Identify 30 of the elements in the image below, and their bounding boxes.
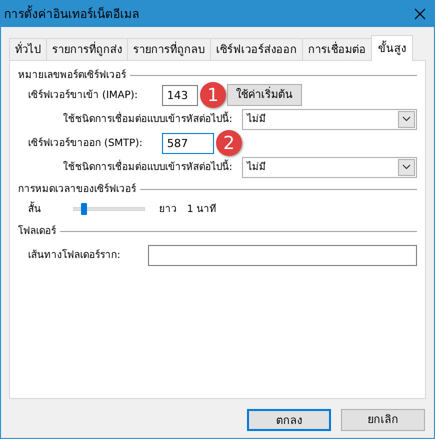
encryption-dropdown[interactable]: ไม่มี [242,156,417,178]
port-field[interactable]: 143 [162,84,198,106]
dropdown-value: ไม่มี [246,112,266,126]
port-field[interactable]: 587 [162,132,214,154]
timeout-reading: 1 นาที [187,202,217,216]
cancel-button[interactable]: ยกเลิก [341,409,425,431]
slider-label: สั้น [28,202,42,216]
number-badge: 2 [216,130,242,156]
dropdown-value: ไม่มี [246,160,266,174]
folder-path-field[interactable] [148,244,417,266]
caret-icon [398,110,415,128]
tab[interactable]: ทั่วไป [9,38,47,60]
field-label: เซิร์ฟเวอร์ขาออก (SMTP): [27,136,144,150]
encryption-dropdown[interactable]: ไม่มี [242,108,417,130]
group-title: การหมดเวลาของเซิร์ฟเวอร์ [18,182,136,197]
group-title: หมายเลขพอร์ตเซิร์ฟเวอร์ [18,68,126,83]
slider-label: ยาว [159,202,177,216]
field-label: เซิร์ฟเวอร์ขาเข้า (IMAP): [27,88,139,102]
window-title: การตั้งค่าอินเทอร์เน็ตอีเมล [4,5,139,23]
number-badge: 1 [200,82,226,108]
caret-icon [398,158,415,176]
slider-thumb[interactable] [80,203,87,215]
field-label: ใช้ชนิดการเชื่อมต่อแบบเข้ารหัสต่อไปนี้: [62,160,234,174]
default-button[interactable]: ใช้ค่าเริ่มต้น [227,84,302,106]
ok-button[interactable]: ตกลง [247,409,331,431]
close-icon[interactable] [414,8,426,20]
group-title: โฟลเดอร์ [18,224,56,239]
field-label: ใช้ชนิดการเชื่อมต่อแบบเข้ารหัสต่อไปนี้: [62,112,234,126]
tab[interactable]: ขั้นสูง [371,35,413,61]
field-label: เส้นทางโฟลเดอร์ราก: [28,248,122,262]
